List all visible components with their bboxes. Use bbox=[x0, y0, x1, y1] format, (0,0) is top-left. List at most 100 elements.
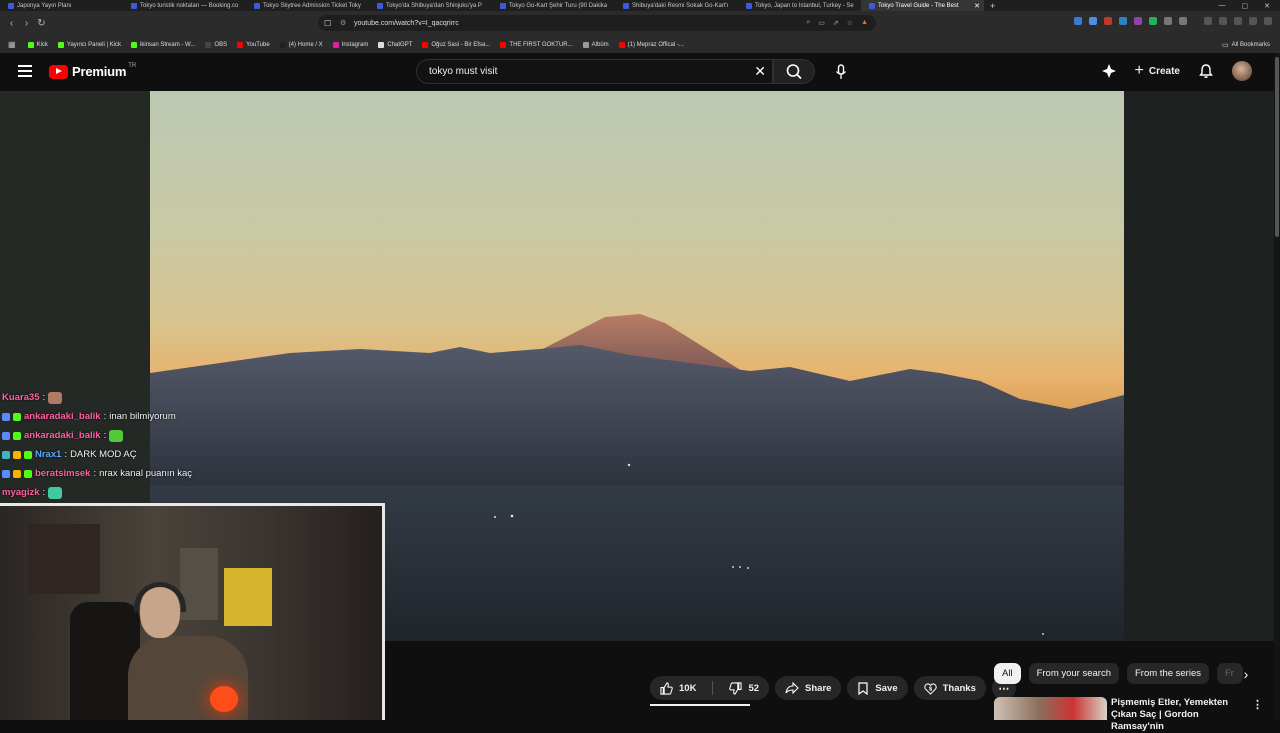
thanks-button[interactable]: $ Thanks bbox=[914, 676, 986, 700]
chat-badge-icon bbox=[13, 470, 21, 478]
wallet-icon[interactable] bbox=[1234, 17, 1242, 25]
filter-chip[interactable]: From the series bbox=[1127, 663, 1209, 684]
extension-icon[interactable] bbox=[1119, 17, 1127, 25]
sidebar-icon[interactable] bbox=[1219, 17, 1227, 25]
chat-username[interactable]: beratsimsek bbox=[35, 464, 90, 483]
streamer-webcam bbox=[0, 503, 385, 720]
bookmark-item[interactable]: ChatGPT bbox=[378, 42, 412, 48]
chat-username[interactable]: ankaradaki_balik bbox=[24, 426, 101, 445]
bookmark-item[interactable]: (1) Mepraz Offical -... bbox=[619, 42, 684, 48]
youtube-premium-logo[interactable]: Premium TR bbox=[49, 64, 136, 79]
back-icon[interactable]: ‹ bbox=[4, 18, 19, 29]
extension-icon[interactable] bbox=[1134, 17, 1142, 25]
recommended-video-thumbnail[interactable] bbox=[994, 697, 1107, 720]
filter-chip[interactable]: All bbox=[994, 663, 1021, 684]
extension-icon[interactable] bbox=[1164, 17, 1172, 25]
account-avatar[interactable] bbox=[1232, 61, 1252, 81]
share-button[interactable]: Share bbox=[775, 676, 841, 700]
search-input[interactable] bbox=[427, 65, 751, 78]
tab-favicon bbox=[869, 3, 875, 9]
more-vert-icon[interactable]: ⋮ bbox=[1252, 698, 1263, 711]
chat-username[interactable]: ankaradaki_balik bbox=[24, 407, 101, 426]
close-window-icon[interactable]: ✕ bbox=[1264, 2, 1270, 10]
clear-search-icon[interactable]: ✕ bbox=[754, 63, 766, 80]
browser-tab[interactable]: Tokyo turistik noktaları — Booking.co bbox=[123, 0, 246, 11]
bookmark-label: Instagram bbox=[342, 42, 369, 48]
extension-icon[interactable] bbox=[1074, 17, 1082, 25]
bookmark-item[interactable]: (4) Home / X bbox=[280, 42, 323, 48]
vpn-icon[interactable] bbox=[1249, 17, 1257, 25]
bookmark-label: Albüm bbox=[592, 42, 609, 48]
zoom-icon[interactable]: ⌕ bbox=[806, 19, 810, 27]
ambient-right bbox=[1124, 91, 1274, 641]
chat-emote-icon bbox=[109, 430, 123, 442]
menu-icon[interactable] bbox=[1264, 17, 1272, 25]
search-button[interactable] bbox=[773, 59, 815, 84]
svg-text:$: $ bbox=[929, 686, 933, 692]
search-box[interactable]: ✕ bbox=[416, 59, 773, 84]
browser-tab[interactable]: Tokyo'da Shibuya'dan Shinjuku'ya P bbox=[369, 0, 492, 11]
minimize-icon[interactable]: — bbox=[1219, 2, 1226, 10]
browser-tab[interactable]: Shibuya'daki Resmi Sokak Go-Kart'ı bbox=[615, 0, 738, 11]
close-tab-icon[interactable]: ✕ bbox=[974, 2, 980, 10]
browser-tab[interactable]: Tokyo Travel Guide - The Best✕ bbox=[861, 0, 984, 11]
url-text[interactable]: youtube.com/watch?v=I_qacqrirrc bbox=[354, 20, 459, 27]
media-icon[interactable] bbox=[1204, 17, 1212, 25]
extension-icon[interactable] bbox=[1089, 17, 1097, 25]
microphone-icon bbox=[835, 64, 847, 80]
maximize-icon[interactable]: ▢ bbox=[1242, 2, 1249, 10]
star-icon[interactable]: ☆ bbox=[847, 19, 853, 27]
chat-username[interactable]: Kuara35 bbox=[2, 388, 40, 407]
dislike-button[interactable]: 52 bbox=[719, 676, 769, 700]
sparkle-icon[interactable] bbox=[1101, 63, 1117, 79]
omnibox[interactable]: ☐ ⚙ youtube.com/watch?v=I_qacqrirrc ⌕ ▭ … bbox=[318, 15, 876, 31]
browser-tab[interactable]: Tokyo Skytree Admission Ticket Toky bbox=[246, 0, 369, 11]
new-tab-icon[interactable]: + bbox=[990, 1, 995, 11]
guide-menu-icon[interactable] bbox=[18, 65, 32, 77]
chevron-right-icon[interactable]: › bbox=[1236, 665, 1256, 685]
chat-message: ankaradaki_balik: bbox=[2, 426, 302, 445]
bookmark-item[interactable]: Kick bbox=[28, 42, 48, 48]
all-bookmarks[interactable]: ▭ All Bookmarks bbox=[1222, 41, 1270, 49]
create-button[interactable]: + Create bbox=[1135, 66, 1180, 77]
cast-icon[interactable]: ▭ bbox=[818, 19, 825, 27]
bookmarks-bar: ▦ Kick Yayıncı Paneli | Kick ikinsan Strea… bbox=[0, 36, 1280, 54]
bookmark-item[interactable]: ikinsan Stream - W... bbox=[131, 42, 195, 48]
chat-username[interactable]: myagizk bbox=[2, 483, 40, 502]
scrollbar-thumb[interactable] bbox=[1275, 57, 1279, 237]
chat-text: DARK MOD AÇ bbox=[70, 445, 137, 464]
extension-icon[interactable] bbox=[1149, 17, 1157, 25]
bookmark-page-icon[interactable]: ☐ bbox=[324, 19, 331, 28]
recommended-video-title[interactable]: Pişmemiş Etler, Yemekten Çıkan Saç | Gor… bbox=[1111, 697, 1251, 733]
bookmark-item[interactable]: Yayıncı Paneli | Kick bbox=[58, 42, 121, 48]
bookmark-item[interactable]: Albüm bbox=[583, 42, 609, 48]
browser-tab[interactable]: Tokyo, Japan to Istanbul, Turkey - Se bbox=[738, 0, 861, 11]
voice-search-button[interactable] bbox=[828, 59, 853, 84]
site-info-icon[interactable]: ⚙ bbox=[340, 19, 346, 27]
page-scrollbar[interactable] bbox=[1274, 53, 1280, 720]
extension-icon[interactable] bbox=[1104, 17, 1112, 25]
bookmark-item[interactable]: THE FIRST GOKTUR... bbox=[500, 42, 572, 48]
notifications-bell-icon[interactable] bbox=[1198, 63, 1214, 79]
share-page-icon[interactable]: ⇗ bbox=[833, 19, 839, 27]
reload-icon[interactable]: ↻ bbox=[34, 18, 49, 29]
create-label: Create bbox=[1149, 66, 1180, 77]
browser-tab[interactable]: Japonya Yayın Planı bbox=[0, 0, 123, 11]
bookmark-item[interactable]: OBS bbox=[205, 42, 227, 48]
forward-icon[interactable]: › bbox=[19, 18, 34, 29]
chat-username[interactable]: Nrax1 bbox=[35, 445, 61, 464]
tab-title: Tokyo'da Shibuya'dan Shinjuku'ya P bbox=[386, 3, 482, 9]
bookmark-item[interactable]: Instagram bbox=[333, 42, 369, 48]
chat-badge-icon bbox=[2, 451, 10, 459]
chat-colon: : bbox=[43, 483, 46, 502]
bookmark-item[interactable]: YouTube bbox=[237, 42, 270, 48]
like-button[interactable]: 10K bbox=[650, 676, 706, 700]
apps-grid-icon[interactable]: ▦ bbox=[8, 40, 16, 49]
browser-tab[interactable]: Tokyo Go-Kart Şehir Turu (90 Dakika bbox=[492, 0, 615, 11]
filter-chip[interactable]: From your search bbox=[1029, 663, 1119, 684]
extension-icon[interactable] bbox=[1179, 17, 1187, 25]
chat-badge-icon bbox=[2, 432, 10, 440]
brave-shield-icon[interactable]: ▲ bbox=[861, 19, 868, 27]
bookmark-item[interactable]: Oğuz Sasi - Bir Efsa... bbox=[422, 42, 490, 48]
save-button[interactable]: Save bbox=[847, 676, 907, 700]
